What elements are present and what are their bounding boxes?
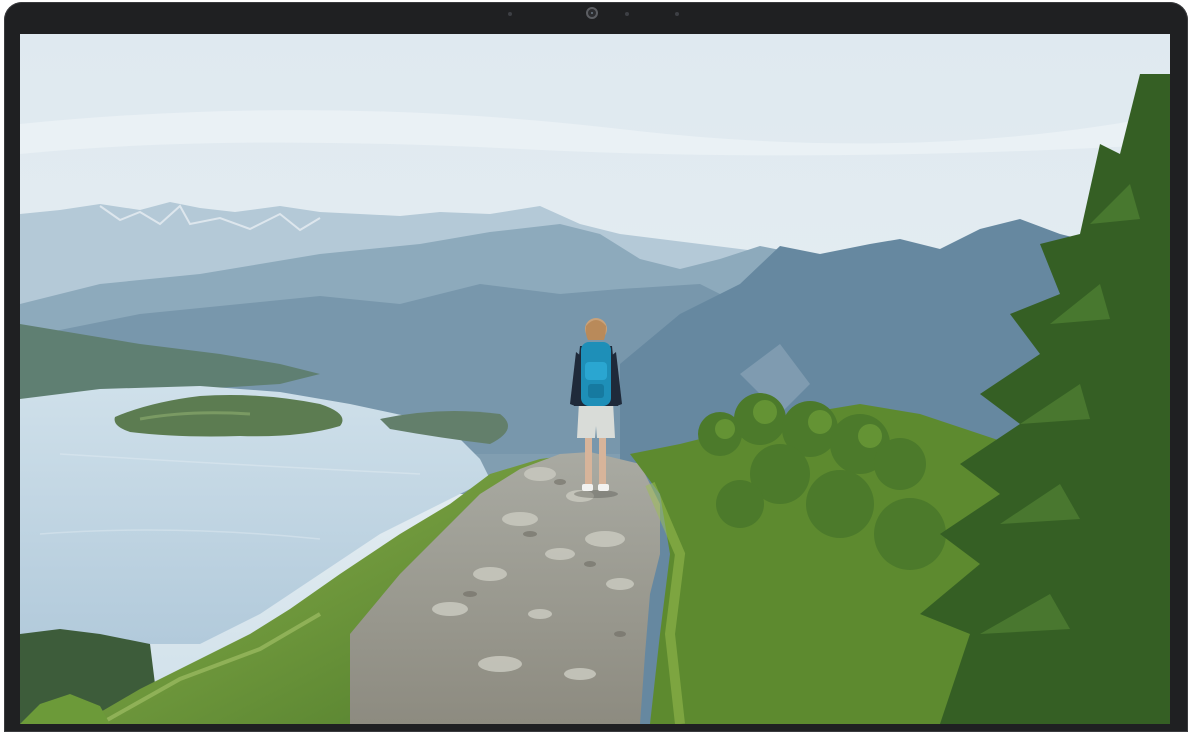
desktop-wallpaper — [20, 34, 1170, 724]
landscape-photo — [20, 34, 1170, 724]
sensor-dot-icon — [625, 12, 629, 16]
sensor-dot-icon — [675, 12, 679, 16]
webcam-icon — [586, 7, 598, 19]
sensor-dot-icon — [508, 12, 512, 16]
